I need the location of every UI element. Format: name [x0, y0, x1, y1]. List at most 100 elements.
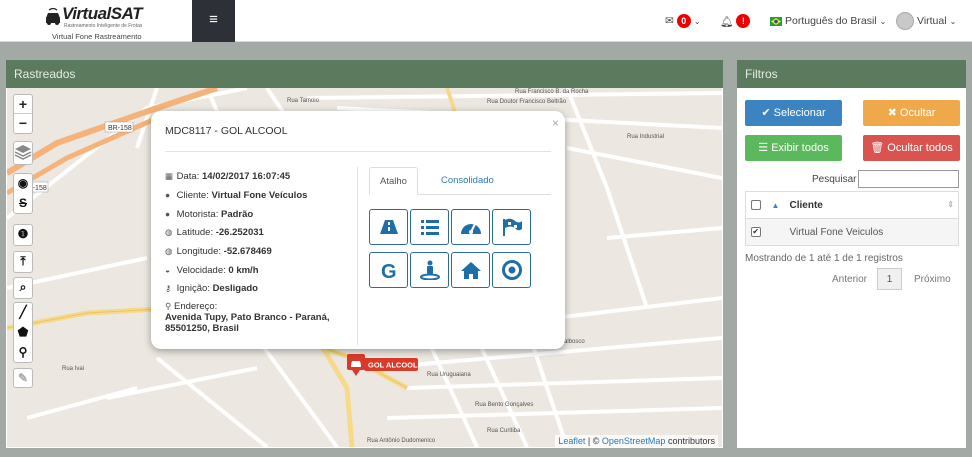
info-longitude: ◍ Longitude: -52.678469: [165, 246, 272, 257]
zoom-out-button[interactable]: −: [14, 114, 32, 133]
tracked-panel-title: Rastreados: [6, 60, 723, 88]
draw-tools-a: ◉ S: [13, 173, 33, 214]
search-input[interactable]: [858, 170, 959, 188]
speedometer-button[interactable]: [451, 209, 490, 245]
street-view-button[interactable]: [410, 252, 449, 288]
road-icon: [380, 220, 398, 234]
page-1-button[interactable]: 1: [877, 268, 902, 290]
car-logo-icon: [46, 7, 60, 25]
svg-text:Rua Industrial: Rua Industrial: [627, 134, 664, 140]
close-icon[interactable]: ×: [552, 116, 559, 130]
info-cliente: ● Cliente: Virtual Fone Veículos: [165, 190, 308, 201]
vehicle-popup: × MDC8117 - GOL ALCOOL ▦ Data: 14/02/201…: [151, 111, 565, 349]
tab-consolidado[interactable]: Consolidado: [431, 167, 504, 195]
list-icon: ☰: [758, 142, 769, 154]
trash-icon: 🗑︎: [870, 142, 885, 154]
sort-asc-icon[interactable]: ▲: [765, 191, 786, 219]
map-marker-icon: ⚲: [165, 301, 172, 311]
alerts-badge: !: [736, 14, 751, 28]
google-button[interactable]: G: [369, 252, 408, 288]
envelope-icon: ✉: [665, 15, 674, 27]
svg-text:Rua Antônio Dudomenico: Rua Antônio Dudomenico: [367, 438, 436, 444]
osm-link[interactable]: OpenStreetMap: [602, 436, 666, 446]
tab-atalho[interactable]: Atalho: [369, 167, 418, 195]
list-icon: [421, 220, 439, 235]
column-cliente[interactable]: Cliente ⇕: [785, 191, 959, 219]
line-draw-icon[interactable]: ╱: [14, 303, 32, 323]
divider: [165, 151, 551, 152]
show-all-button[interactable]: ☰ Exibir todos: [745, 135, 842, 161]
menu-toggle-button[interactable]: ≡: [192, 0, 235, 42]
layers-button[interactable]: [13, 141, 33, 165]
key-icon: ⚷: [165, 283, 172, 293]
upload-button[interactable]: ⤒: [13, 251, 33, 273]
table-info: Mostrando de 1 até 1 de 1 registros: [745, 253, 903, 264]
bell-icon: 🔔︎: [720, 15, 734, 28]
svg-text:Rua Doutor Francisco Beltrão: Rua Doutor Francisco Beltrão: [487, 99, 567, 105]
row-select-cell: ✔: [745, 218, 766, 246]
messages-badge: 0: [676, 14, 691, 28]
avatar: [896, 12, 914, 30]
close-icon: ✖: [887, 107, 897, 119]
flags-button[interactable]: [492, 209, 531, 245]
language-selector[interactable]: Português do Brasil ⌄: [770, 11, 886, 31]
info-icon: ❶: [17, 227, 29, 241]
chevron-down-icon: ⌄: [879, 16, 887, 26]
road-button[interactable]: [369, 209, 408, 245]
brazil-flag-icon: [770, 16, 782, 26]
select-button[interactable]: ✔ Selecionar: [745, 100, 842, 126]
target-icon: [502, 260, 522, 280]
list-button[interactable]: [410, 209, 449, 245]
hide-all-button[interactable]: 🗑︎ Ocultar todos: [863, 135, 960, 161]
edit-button[interactable]: ✎: [13, 368, 33, 388]
polygon-draw-icon[interactable]: ⬟: [14, 323, 32, 343]
leaflet-link[interactable]: Leaflet: [558, 436, 585, 446]
calendar-icon: ▦: [165, 171, 174, 181]
strikethrough-icon[interactable]: S: [14, 194, 32, 214]
speedometer-icon: ◒: [165, 265, 171, 275]
messages-menu[interactable]: ✉ 0 ⌄: [665, 11, 701, 31]
svg-text:Rua Francisco B. da Rocha: Rua Francisco B. da Rocha: [515, 89, 589, 95]
target-button[interactable]: [492, 252, 531, 288]
select-all-checkbox[interactable]: [750, 199, 761, 210]
logo[interactable]: VirtualSAT Rastreamento Inteligente de F…: [40, 3, 155, 41]
table-row[interactable]: ✔ Virtual Fone Veiculos: [745, 218, 959, 246]
speedometer-icon: [461, 223, 481, 234]
target-icon[interactable]: ◉: [14, 174, 32, 194]
sort-icon: ⇕: [947, 199, 954, 209]
home-icon: [461, 262, 481, 279]
popup-title: MDC8117 - GOL ALCOOL: [165, 125, 288, 137]
filters-panel-title: Filtros: [737, 60, 966, 88]
info-velocidade: ◒ Velocidade: 0 km/h: [165, 265, 259, 276]
globe-icon: ◍: [165, 246, 173, 256]
alerts-menu[interactable]: 🔔︎ !: [720, 11, 751, 31]
select-all-cell: [745, 191, 766, 219]
next-page-button[interactable]: Próximo: [914, 274, 951, 285]
home-button[interactable]: [451, 252, 490, 288]
marker-draw-icon[interactable]: ⚲: [14, 343, 32, 363]
row-checkbox[interactable]: ✔: [750, 226, 761, 237]
check-icon: ✔: [761, 107, 771, 119]
svg-text:Rua Curitiba: Rua Curitiba: [487, 428, 521, 434]
globe-icon: ◍: [165, 227, 173, 237]
row-cliente: Virtual Fone Veiculos: [785, 218, 959, 246]
divider: [357, 167, 358, 345]
hamburger-icon: ≡: [209, 11, 218, 28]
vehicle-marker[interactable]: GOL ALCOOL: [346, 354, 421, 381]
zoom-in-button[interactable]: +: [14, 95, 32, 114]
search-label: Pesquisar: [812, 174, 857, 185]
user-menu[interactable]: Virtual ⌄: [896, 11, 956, 31]
top-bar: VirtualSAT Rastreamento Inteligente de F…: [0, 0, 972, 42]
hide-button[interactable]: ✖ Ocultar: [863, 100, 960, 126]
upload-icon: ⤒: [20, 254, 26, 268]
layers-icon: [14, 145, 32, 160]
svg-text:Rua Uruguaiana: Rua Uruguaiana: [427, 372, 471, 378]
flags-icon: [503, 218, 522, 236]
draw-tools-b: ╱ ⬟ ⚲: [13, 302, 33, 363]
svg-text:G: G: [381, 261, 397, 280]
popup-tabs: Atalho Consolidado: [369, 167, 551, 195]
previous-page-button[interactable]: Anterior: [832, 274, 867, 285]
user-icon: ●: [165, 190, 171, 200]
search-map-button[interactable]: ⌕: [13, 277, 33, 299]
info-button[interactable]: ❶: [13, 224, 33, 246]
